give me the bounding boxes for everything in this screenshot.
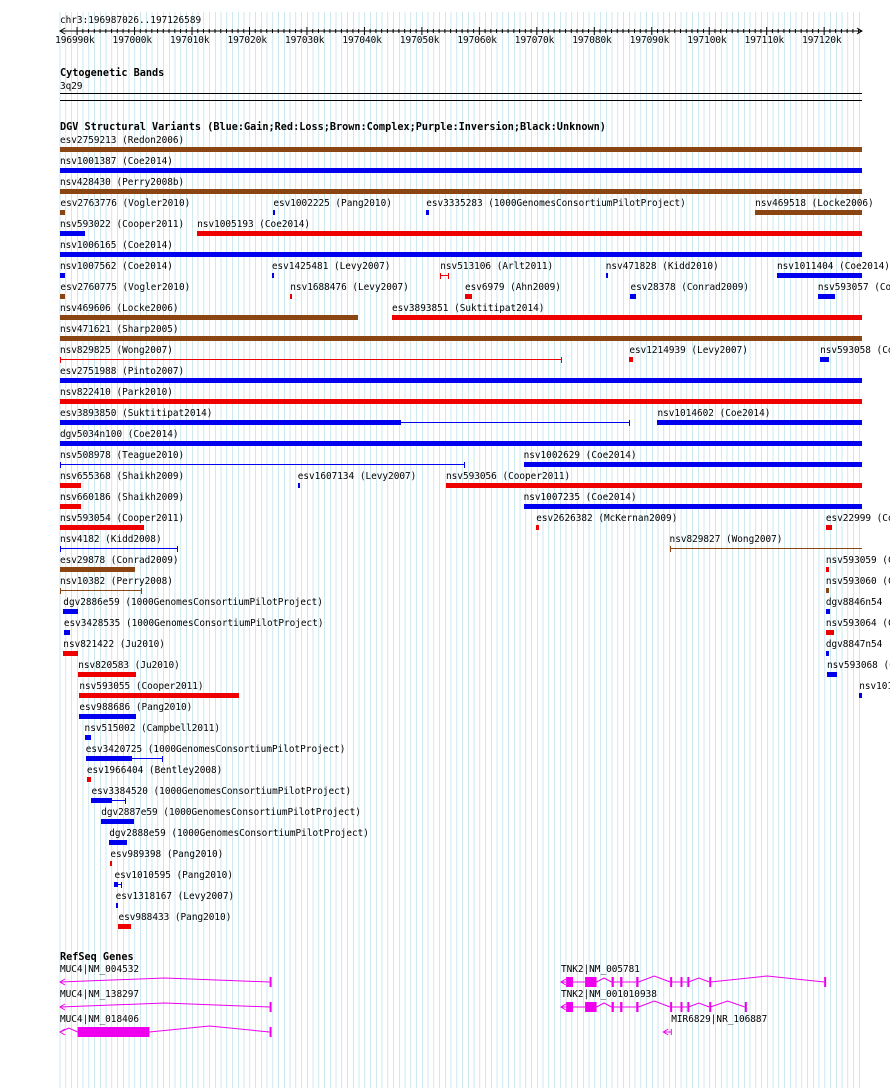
gene-intron [688, 977, 710, 983]
gene-label[interactable]: MIR6829|NR_106887 [671, 1014, 767, 1025]
gene-exon[interactable] [585, 1002, 597, 1012]
ruler-tick-label: 197100k [687, 35, 727, 46]
gene-label[interactable]: MUC4|NM_004532 [60, 964, 139, 975]
gene-label[interactable]: MUC4|NM_018406 [60, 1014, 139, 1025]
gene-intron [638, 1000, 671, 1008]
ruler-tick-label: 197010k [170, 35, 210, 46]
gene-intron [596, 977, 612, 983]
ruler-tick-label: 197120k [802, 35, 842, 46]
gene-exon[interactable] [566, 977, 574, 987]
ruler-tick-label: 196990k [55, 35, 95, 46]
gene-exon[interactable] [670, 1002, 673, 1012]
gene-models [59, 975, 827, 1037]
ruler-tick-label: 197040k [342, 35, 382, 46]
gene-exon[interactable] [620, 977, 623, 987]
gene-exon[interactable] [566, 1002, 574, 1012]
ruler-tick-label: 197030k [284, 35, 325, 46]
gene-exon[interactable] [670, 977, 673, 987]
gene-exon[interactable] [687, 977, 690, 987]
gene-exon[interactable] [611, 1002, 614, 1012]
gene-exon[interactable] [709, 1002, 712, 1012]
gene-exon[interactable] [620, 1002, 623, 1012]
gene-exon[interactable] [744, 1002, 747, 1012]
gene-exon[interactable] [269, 977, 272, 987]
gene-exon[interactable] [269, 1002, 272, 1012]
genome-browser-panel: chr3:196987026..197126589 Cytogenetic Ba… [0, 0, 890, 1088]
ruler-tick-label: 197020k [227, 35, 267, 46]
gene-exon[interactable] [824, 977, 827, 987]
gene-intron [59, 977, 270, 983]
gene-exon[interactable] [77, 1027, 150, 1037]
ruler-tick-label: 197110k [744, 35, 785, 46]
ruler-tick-label: 197000k [112, 35, 153, 46]
gene-exon[interactable] [687, 1002, 690, 1012]
gene-exon[interactable] [636, 1002, 639, 1012]
gene-exon[interactable] [709, 977, 712, 987]
gene-intron [710, 1000, 745, 1008]
gene-exon[interactable] [636, 977, 639, 987]
gene-intron [688, 1002, 710, 1008]
gene-label[interactable]: MUC4|NM_138297 [60, 989, 139, 1000]
gene-intron [596, 1002, 612, 1008]
gene-intron [59, 1002, 270, 1008]
ruler-tick-label: 197050k [399, 35, 440, 46]
gene-exon[interactable] [680, 1002, 683, 1012]
gene-intron [638, 975, 671, 983]
gene-exon[interactable] [611, 977, 614, 987]
ruler-tick-label: 197060k [457, 35, 497, 46]
gene-exon[interactable] [269, 1027, 272, 1037]
gene-intron [710, 975, 825, 983]
gene-label[interactable]: TNK2|NM_005781 [561, 964, 640, 975]
gene-label[interactable]: TNK2|NM_001010938 [561, 989, 657, 1000]
ruler-tick-label: 197080k [572, 35, 612, 46]
ruler-tick-label: 197070k [514, 35, 555, 46]
ruler-tick-label: 197090k [629, 35, 670, 46]
gene-exon[interactable] [585, 977, 597, 987]
gene-exon[interactable] [680, 977, 683, 987]
gene-intron [149, 1025, 270, 1033]
